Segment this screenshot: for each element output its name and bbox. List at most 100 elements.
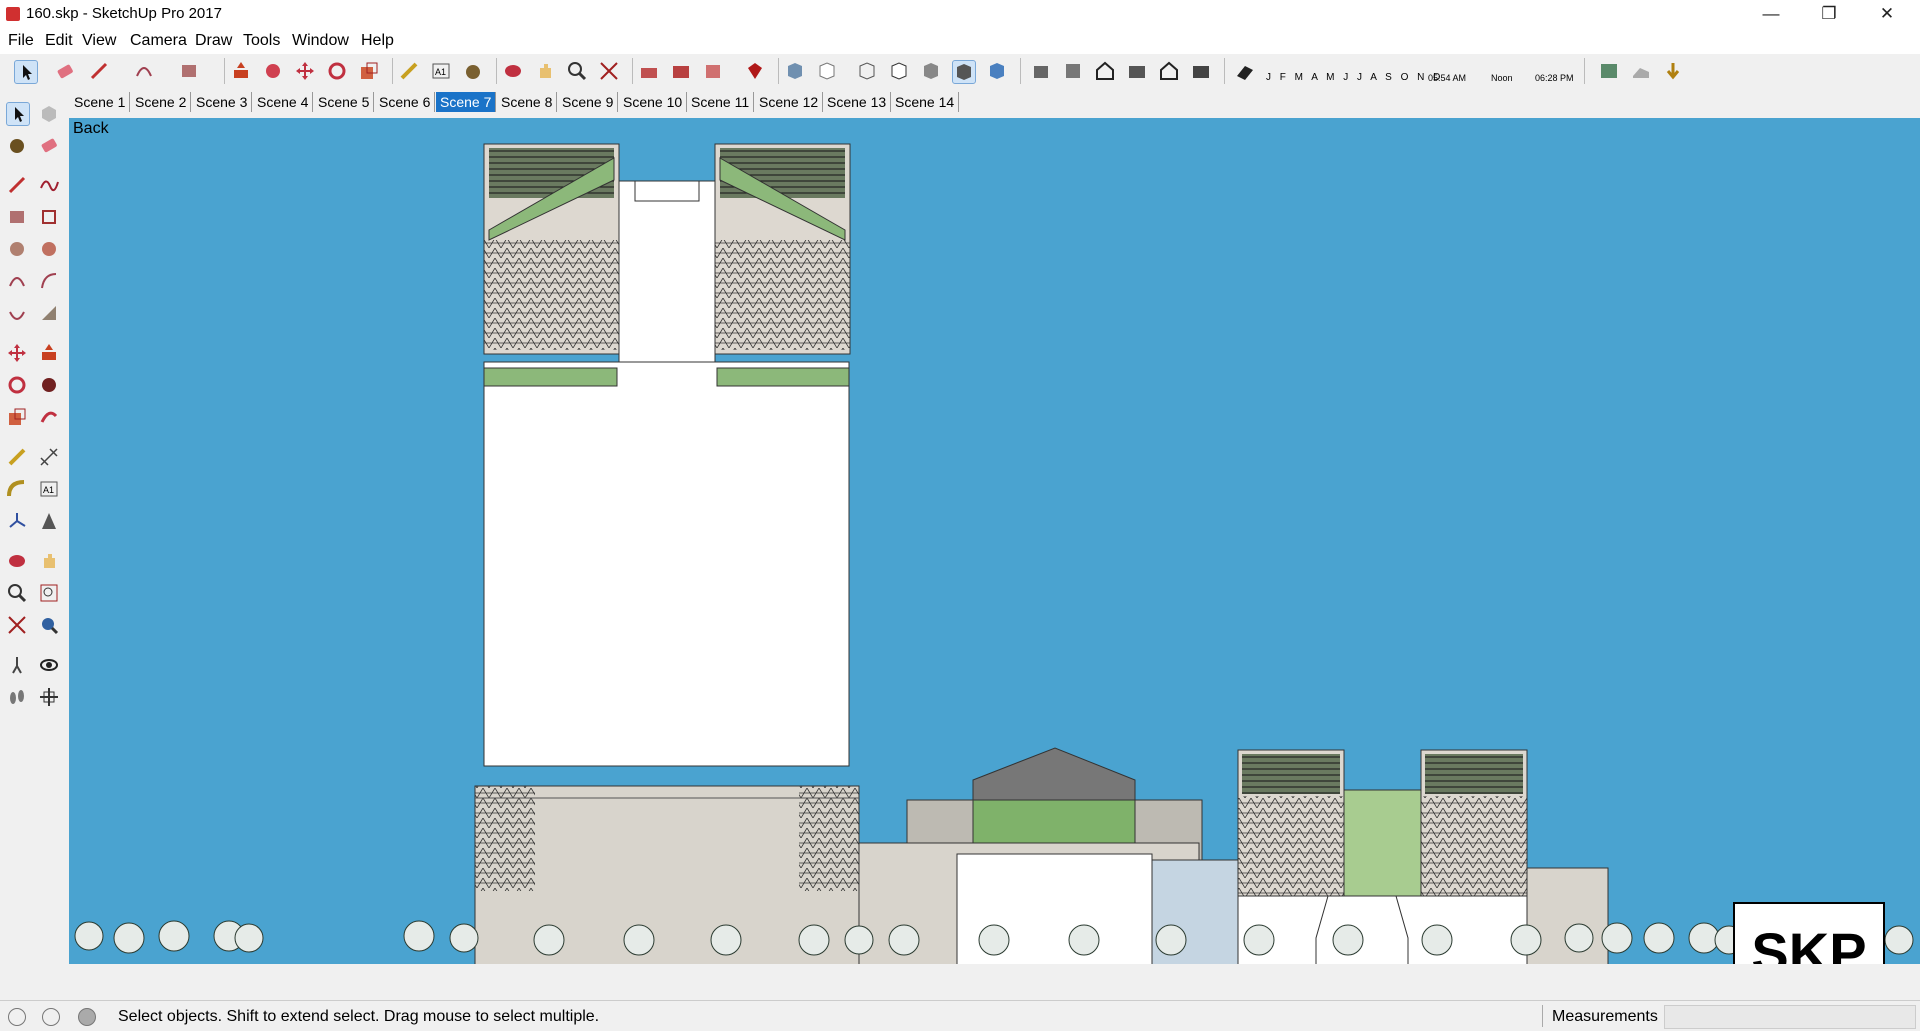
xray-icon[interactable] — [784, 60, 806, 82]
arc-icon[interactable] — [133, 60, 155, 82]
zoom-extents-icon[interactable] — [6, 614, 28, 636]
hidden-line-icon[interactable] — [888, 60, 910, 82]
top-view-icon[interactable] — [1062, 60, 1084, 82]
rotate-icon[interactable] — [6, 374, 28, 396]
user-account-icon[interactable] — [78, 1008, 96, 1026]
menu-edit[interactable]: Edit — [45, 32, 73, 50]
geo-location-icon[interactable] — [8, 1008, 26, 1026]
tab-scene-12[interactable]: Scene 12 — [755, 92, 824, 112]
front-view-icon[interactable] — [1094, 60, 1116, 82]
tab-scene-14[interactable]: Scene 14 — [891, 92, 960, 112]
restore-button[interactable]: ❐ — [1800, 0, 1858, 30]
text-tool-icon[interactable]: A1 — [430, 60, 452, 82]
components-icon[interactable] — [670, 60, 692, 82]
tab-scene-4[interactable]: Scene 4 — [253, 92, 314, 112]
menu-help[interactable]: Help — [361, 32, 394, 50]
warehouse-icon[interactable] — [638, 60, 660, 82]
zoom-extents-icon[interactable] — [598, 60, 620, 82]
tape-measure-icon[interactable] — [398, 60, 420, 82]
paint-bucket-icon[interactable] — [462, 60, 484, 82]
follow-me-icon[interactable] — [262, 60, 284, 82]
menu-draw[interactable]: Draw — [195, 32, 232, 50]
ruby-console-icon[interactable] — [744, 60, 766, 82]
tab-scene-5[interactable]: Scene 5 — [314, 92, 375, 112]
offset-icon[interactable] — [38, 406, 60, 428]
three-point-arc-icon[interactable] — [6, 302, 28, 324]
eraser-icon[interactable] — [38, 134, 60, 156]
rectangle-icon[interactable] — [178, 60, 200, 82]
zoom-icon[interactable] — [566, 60, 588, 82]
menu-camera[interactable]: Camera — [130, 32, 187, 50]
menu-tools[interactable]: Tools — [243, 32, 280, 50]
scale-icon[interactable] — [6, 406, 28, 428]
pan-hand-icon[interactable] — [534, 60, 556, 82]
text-tool-icon[interactable]: A1 — [38, 478, 60, 500]
tab-scene-9[interactable]: Scene 9 — [558, 92, 619, 112]
menu-view[interactable]: View — [82, 32, 116, 50]
close-button[interactable]: ✕ — [1858, 0, 1916, 30]
photo-textures-icon[interactable] — [1662, 60, 1684, 82]
tab-scene-10[interactable]: Scene 10 — [619, 92, 688, 112]
move-icon[interactable] — [6, 342, 28, 364]
make-component-icon[interactable] — [38, 102, 60, 124]
arc-icon[interactable] — [6, 270, 28, 292]
position-camera-icon[interactable] — [6, 654, 28, 676]
follow-me-icon[interactable] — [38, 374, 60, 396]
tab-scene-13[interactable]: Scene 13 — [823, 92, 892, 112]
rotated-rectangle-icon[interactable] — [38, 206, 60, 228]
terrain-icon[interactable] — [1630, 60, 1652, 82]
paint-bucket-icon[interactable] — [6, 134, 28, 156]
shadows-toggle-icon[interactable] — [1234, 60, 1256, 82]
back-edges-icon[interactable] — [816, 60, 838, 82]
line-icon[interactable] — [6, 174, 28, 196]
section-plane-icon[interactable] — [38, 686, 60, 708]
wireframe-icon[interactable] — [856, 60, 878, 82]
rectangle-icon[interactable] — [6, 206, 28, 228]
left-view-icon[interactable] — [1190, 60, 1212, 82]
tab-scene-1[interactable]: Scene 1 — [70, 92, 131, 112]
walk-icon[interactable] — [6, 686, 28, 708]
back-view-icon[interactable] — [1158, 60, 1180, 82]
two-point-arc-icon[interactable] — [38, 270, 60, 292]
add-location-icon[interactable] — [1598, 60, 1620, 82]
push-pull-icon[interactable] — [38, 342, 60, 364]
shaded-icon[interactable] — [920, 60, 942, 82]
pie-icon[interactable] — [38, 302, 60, 324]
shaded-textures-icon[interactable] — [952, 60, 976, 84]
pan-hand-icon[interactable] — [38, 550, 60, 572]
scale-icon[interactable] — [358, 60, 380, 82]
tape-measure-icon[interactable] — [6, 446, 28, 468]
orbit-icon[interactable] — [502, 60, 524, 82]
model-viewport[interactable]: Back SKP — [69, 118, 1920, 964]
menu-file[interactable]: File — [8, 32, 34, 50]
tab-scene-3[interactable]: Scene 3 — [192, 92, 253, 112]
zoom-window-icon[interactable] — [38, 582, 60, 604]
select-icon[interactable] — [6, 102, 30, 126]
measurements-input[interactable] — [1664, 1005, 1916, 1029]
polygon-icon[interactable] — [38, 238, 60, 260]
right-view-icon[interactable] — [1126, 60, 1148, 82]
move-icon[interactable] — [294, 60, 316, 82]
iso-view-icon[interactable] — [1030, 60, 1052, 82]
menu-window[interactable]: Window — [292, 32, 349, 50]
credits-icon[interactable] — [42, 1008, 60, 1026]
tab-scene-7[interactable]: Scene 7 — [436, 92, 497, 112]
tab-scene-6[interactable]: Scene 6 — [375, 92, 436, 112]
rotate-icon[interactable] — [326, 60, 348, 82]
circle-icon[interactable] — [6, 238, 28, 260]
eraser-icon[interactable] — [54, 60, 76, 82]
tab-scene-2[interactable]: Scene 2 — [131, 92, 192, 112]
push-pull-icon[interactable] — [230, 60, 252, 82]
previous-view-icon[interactable] — [38, 614, 60, 636]
protractor-icon[interactable] — [6, 478, 28, 500]
freehand-icon[interactable] — [38, 174, 60, 196]
select-tool-icon[interactable] — [14, 60, 38, 84]
look-around-icon[interactable] — [38, 654, 60, 676]
share-model-icon[interactable] — [702, 60, 724, 82]
minimize-button[interactable]: — — [1742, 0, 1800, 30]
zoom-icon[interactable] — [6, 582, 28, 604]
dimension-icon[interactable] — [38, 446, 60, 468]
3d-text-icon[interactable] — [38, 510, 60, 532]
pencil-line-icon[interactable] — [88, 60, 110, 82]
monochrome-icon[interactable] — [986, 60, 1008, 82]
